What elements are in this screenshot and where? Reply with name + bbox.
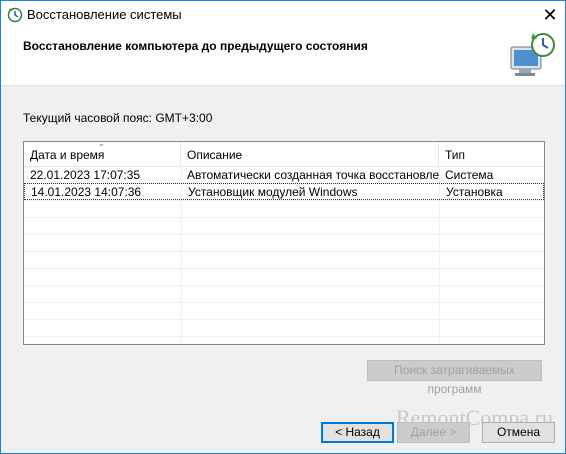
back-button[interactable]: < Назад bbox=[321, 422, 394, 443]
scan-affected-programs-button[interactable]: Поиск затрагиваемых программ bbox=[367, 360, 542, 396]
system-restore-window: Восстановление системы ✕ Восстановление … bbox=[0, 0, 566, 454]
grid-divider bbox=[24, 251, 544, 252]
column-header-description[interactable]: Описание bbox=[181, 142, 439, 166]
column-description-label: Описание bbox=[187, 148, 243, 162]
list-header: ⌄ Дата и время Описание Тип bbox=[24, 142, 544, 167]
row-description: Автоматически созданная точка восстановл… bbox=[187, 168, 439, 182]
close-button[interactable]: ✕ bbox=[535, 1, 565, 29]
row-type: Установка bbox=[446, 185, 503, 199]
grid-divider bbox=[24, 285, 544, 286]
close-icon: ✕ bbox=[542, 4, 558, 25]
row-type: Система bbox=[445, 168, 494, 182]
grid-divider bbox=[24, 268, 544, 269]
grid-divider bbox=[24, 319, 544, 320]
restore-points-list[interactable]: ⌄ Дата и время Описание Тип 22.01.2023 1… bbox=[23, 141, 545, 345]
next-button[interactable]: Далее > bbox=[397, 422, 470, 443]
column-type-label: Тип bbox=[445, 148, 466, 162]
column-header-type[interactable]: Тип bbox=[439, 142, 544, 166]
column-header-date[interactable]: ⌄ Дата и время bbox=[24, 142, 181, 166]
row-date: 14.01.2023 14:07:36 bbox=[31, 185, 142, 199]
row-date: 22.01.2023 17:07:35 bbox=[30, 168, 141, 182]
page-title: Восстановление компьютера до предыдущего… bbox=[23, 39, 368, 53]
column-date-label: Дата и время bbox=[30, 148, 105, 162]
window-title: Восстановление системы bbox=[27, 7, 182, 22]
grid-divider bbox=[24, 336, 544, 337]
system-restore-icon bbox=[7, 7, 23, 23]
table-row[interactable]: 22.01.2023 17:07:35 Автоматически создан… bbox=[24, 167, 544, 184]
wizard-header: Восстановление компьютера до предыдущего… bbox=[1, 29, 565, 86]
grid-divider bbox=[24, 302, 544, 303]
cancel-button[interactable]: Отмена bbox=[482, 422, 555, 443]
grid-divider bbox=[24, 234, 544, 235]
row-description: Установщик модулей Windows bbox=[188, 185, 358, 199]
grid-divider bbox=[24, 217, 544, 218]
title-bar: Восстановление системы ✕ bbox=[1, 1, 565, 29]
timezone-label: Текущий часовой пояс: GMT+3:00 bbox=[23, 111, 213, 125]
sort-down-icon: ⌄ bbox=[98, 141, 105, 148]
table-row-selected[interactable]: 14.01.2023 14:07:36 Установщик модулей W… bbox=[24, 183, 544, 200]
restore-computer-icon bbox=[510, 33, 555, 76]
